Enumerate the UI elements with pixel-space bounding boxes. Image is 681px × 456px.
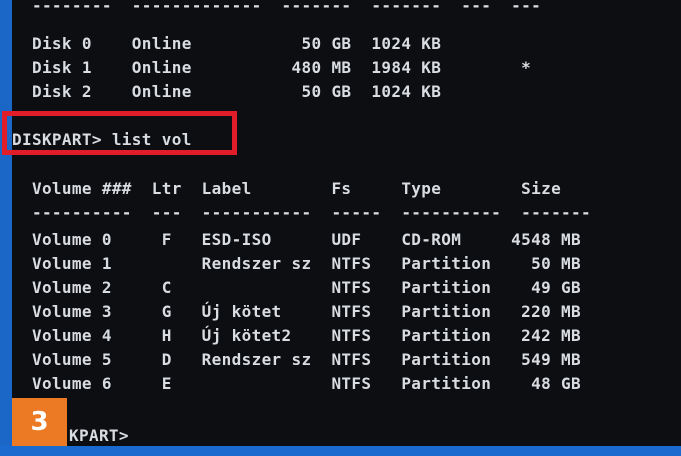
- command-prompt-window[interactable]: -------- ------------- ------- ------- -…: [12, 0, 681, 446]
- disk-row: Disk 0 Online 50 GB 1024 KB: [12, 34, 442, 53]
- window-frame-left: [0, 0, 12, 456]
- disk-row: Disk 1 Online 480 MB 1984 KB *: [12, 58, 532, 77]
- screenshot: -------- ------------- ------- ------- -…: [0, 0, 681, 456]
- volume-row: Volume 4 H Új kötet2 NTFS Partition 242 …: [12, 326, 582, 345]
- command-highlight-box: [2, 111, 237, 155]
- volume-table-rule: ---------- --- ----------- ----- -------…: [12, 203, 592, 222]
- step-number-badge: 3: [12, 398, 67, 446]
- volume-row: Volume 5 D Rendszer sz NTFS Partition 54…: [12, 350, 582, 369]
- window-frame-bottom: [0, 446, 681, 456]
- volume-row: Volume 1 Rendszer sz NTFS Partition 50 M…: [12, 254, 582, 273]
- volume-row: Volume 6 E NTFS Partition 48 GB: [12, 374, 582, 393]
- volume-row: Volume 3 G Új kötet NTFS Partition 220 M…: [12, 302, 582, 321]
- volume-row: Volume 0 F ESD-ISO UDF CD-ROM 4548 MB: [12, 230, 582, 249]
- volume-table-header: Volume ### Ltr Label Fs Type Size: [12, 179, 562, 198]
- volume-row: Volume 2 C NTFS Partition 49 GB: [12, 278, 582, 297]
- diskpart-prompt[interactable]: KPART>: [69, 424, 129, 448]
- disk-header-rule: -------- ------------- ------- ------- -…: [12, 0, 542, 15]
- disk-row: Disk 2 Online 50 GB 1024 KB: [12, 82, 442, 101]
